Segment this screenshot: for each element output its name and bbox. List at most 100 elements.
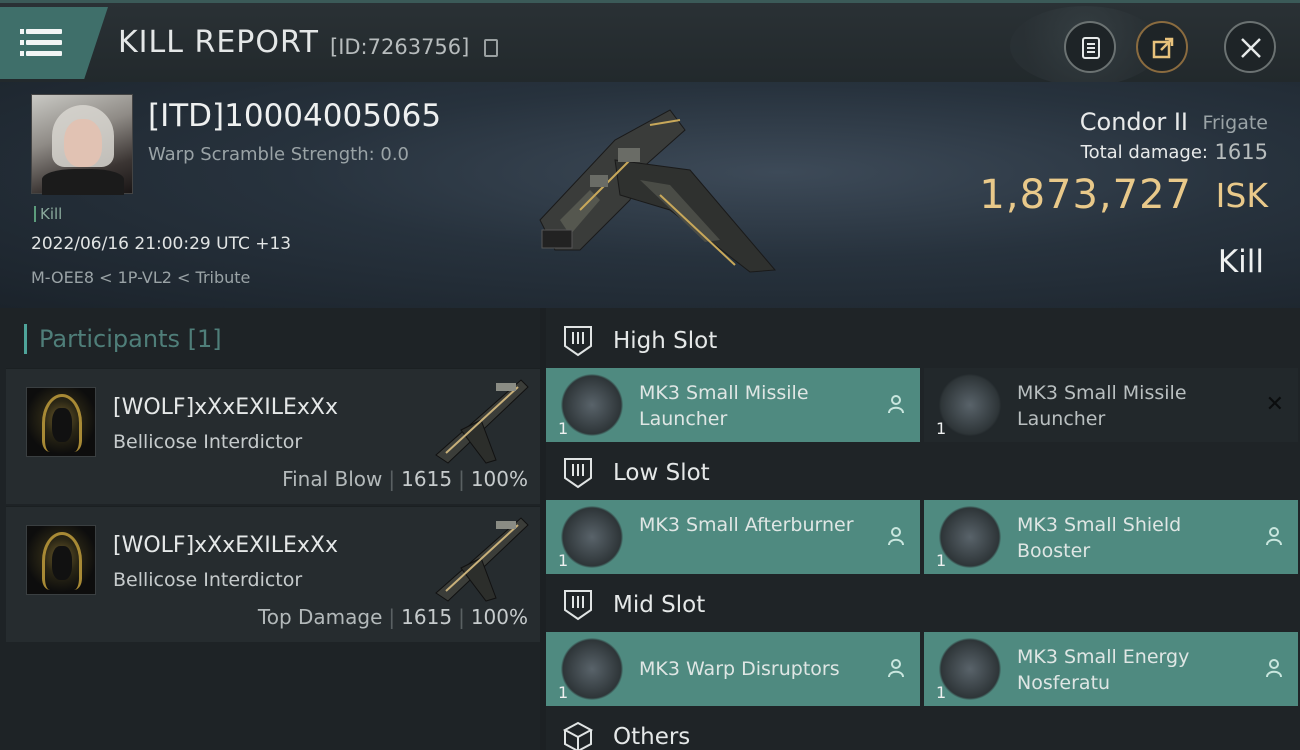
participant-ship-image xyxy=(435,517,529,602)
participants-count: [1] xyxy=(187,325,222,353)
kill-location[interactable]: M-OEE8 < 1P-VL2 < Tribute xyxy=(31,268,250,287)
header-bar: KILL REPORT [ID:7263756] xyxy=(0,0,1300,86)
low-slot-title: Low Slot xyxy=(613,460,710,486)
participants-panel: Participants [1] [WOLF]xXxEXILExXx Belli… xyxy=(0,308,540,750)
menu-icon-bar xyxy=(20,51,62,56)
isk-label: ISK xyxy=(1215,176,1268,215)
module-icon xyxy=(560,374,624,436)
total-damage-value: 1615 xyxy=(1214,140,1268,164)
x-icon: ✕ xyxy=(1265,392,1284,417)
module-icon xyxy=(560,506,624,568)
victim-name[interactable]: [ITD]10004005065 xyxy=(148,98,441,134)
mid-slot-title: Mid Slot xyxy=(613,592,706,618)
module-quantity: 1 xyxy=(936,683,947,702)
clipboard-button[interactable] xyxy=(1064,21,1116,73)
report-id: [ID:7263756] xyxy=(330,35,470,59)
victim-ship-image[interactable] xyxy=(520,100,790,280)
module-name: MK3 Small Shield Booster xyxy=(1017,514,1182,562)
module-item[interactable]: 1 MK3 Small Energy Nosferatu xyxy=(924,632,1298,706)
participant-percent: 100% xyxy=(470,605,528,629)
module-name: MK3 Small Missile Launcher xyxy=(1017,382,1187,430)
menu-icon-bar xyxy=(20,40,62,45)
stat-separator: | xyxy=(458,605,465,629)
portrait-coat xyxy=(42,169,124,195)
close-button[interactable] xyxy=(1224,21,1276,73)
clipboard-icon xyxy=(1082,37,1100,59)
module-quantity: 1 xyxy=(558,683,569,702)
module-icon xyxy=(560,638,624,700)
participant-ship-image xyxy=(435,379,529,464)
menu-button[interactable] xyxy=(0,7,108,79)
stat-separator: | xyxy=(388,605,396,629)
participant-percent: 100% xyxy=(470,467,528,491)
module-item[interactable]: 1 MK3 Small Afterburner xyxy=(546,500,920,574)
module-quantity: 1 xyxy=(558,551,569,570)
total-damage-label: Total damage: xyxy=(1080,142,1208,163)
slot-icon xyxy=(564,458,592,489)
module-item[interactable]: 1 MK3 Small Missile Launcher ✕ xyxy=(924,368,1298,442)
participant-blow-label: Final Blow xyxy=(282,467,383,491)
module-quantity: 1 xyxy=(936,551,947,570)
participant-ship: Bellicose Interdictor xyxy=(113,431,303,453)
participants-title: Participants xyxy=(39,325,180,353)
avatar-mask xyxy=(52,546,72,580)
warp-scramble-strength: Warp Scramble Strength: 0.0 xyxy=(148,144,410,165)
module-quantity: 1 xyxy=(558,419,569,438)
share-icon xyxy=(1152,37,1174,59)
slot-icon xyxy=(564,590,592,621)
high-slot-header: High Slot xyxy=(546,310,1300,370)
others-title: Others xyxy=(613,724,691,750)
kill-outcome: Kill xyxy=(1217,244,1264,280)
fitting-panel: High Slot 1 MK3 Small Missile Launcher 1… xyxy=(546,308,1300,750)
copy-icon[interactable] xyxy=(484,39,498,57)
participant-row[interactable]: [WOLF]xXxEXILExXx Bellicose Interdictor … xyxy=(6,506,540,642)
module-name: MK3 Small Energy Nosferatu xyxy=(1017,646,1190,694)
kill-time: 2022/06/16 21:00:29 UTC +13 xyxy=(31,234,292,254)
person-icon xyxy=(888,527,904,546)
participant-row[interactable]: [WOLF]xXxEXILExXx Bellicose Interdictor … xyxy=(6,368,540,504)
participant-avatar[interactable] xyxy=(26,387,96,457)
victim-portrait[interactable] xyxy=(31,94,133,195)
module-name: MK3 Warp Disruptors xyxy=(639,658,840,680)
module-icon xyxy=(938,638,1002,700)
module-item[interactable]: 1 MK3 Small Missile Launcher xyxy=(546,368,920,442)
close-icon xyxy=(1241,38,1261,58)
box-icon xyxy=(562,721,594,750)
mid-slot-header: Mid Slot xyxy=(546,574,1300,634)
low-slot-header: Low Slot xyxy=(546,442,1300,502)
avatar-mask xyxy=(52,408,72,442)
module-item[interactable]: 1 MK3 Warp Disruptors xyxy=(546,632,920,706)
isk-value: 1,873,727 xyxy=(979,172,1192,218)
participant-blow-label: Top Damage xyxy=(257,605,383,629)
participant-ship: Bellicose Interdictor xyxy=(113,569,303,591)
participant-stats: Top Damage | 1615 | 100% xyxy=(258,605,528,629)
share-button[interactable] xyxy=(1136,21,1188,73)
participant-name: [WOLF]xXxEXILExXx xyxy=(113,395,338,420)
participant-avatar[interactable] xyxy=(26,525,96,595)
slot-icon xyxy=(564,326,592,357)
module-name: MK3 Small Missile Launcher xyxy=(639,382,809,430)
participant-damage: 1615 xyxy=(401,467,453,491)
participant-damage: 1615 xyxy=(401,605,453,629)
victim-ship-class: Frigate xyxy=(1202,112,1268,134)
person-icon xyxy=(1266,659,1282,678)
person-icon xyxy=(1266,527,1282,546)
module-name: MK3 Small Afterburner xyxy=(639,514,854,536)
stat-separator: | xyxy=(388,467,396,491)
module-icon xyxy=(938,506,1002,568)
participants-header: Participants [1] xyxy=(24,324,222,354)
person-icon xyxy=(888,395,904,414)
kill-tag: Kill xyxy=(34,206,62,222)
participant-name: [WOLF]xXxEXILExXx xyxy=(113,533,338,558)
module-quantity: 1 xyxy=(936,419,947,438)
menu-icon xyxy=(20,29,62,34)
others-header: Others xyxy=(546,706,1300,750)
module-icon xyxy=(938,374,1002,436)
high-slot-title: High Slot xyxy=(613,328,718,354)
victim-banner: [ITD]10004005065 Warp Scramble Strength:… xyxy=(0,82,1300,308)
victim-ship-name[interactable]: Condor II xyxy=(1080,108,1188,136)
page-title: KILL REPORT xyxy=(118,25,319,60)
participant-stats: Final Blow | 1615 | 100% xyxy=(282,467,528,491)
portrait-face xyxy=(64,119,102,167)
module-item[interactable]: 1 MK3 Small Shield Booster xyxy=(924,500,1298,574)
